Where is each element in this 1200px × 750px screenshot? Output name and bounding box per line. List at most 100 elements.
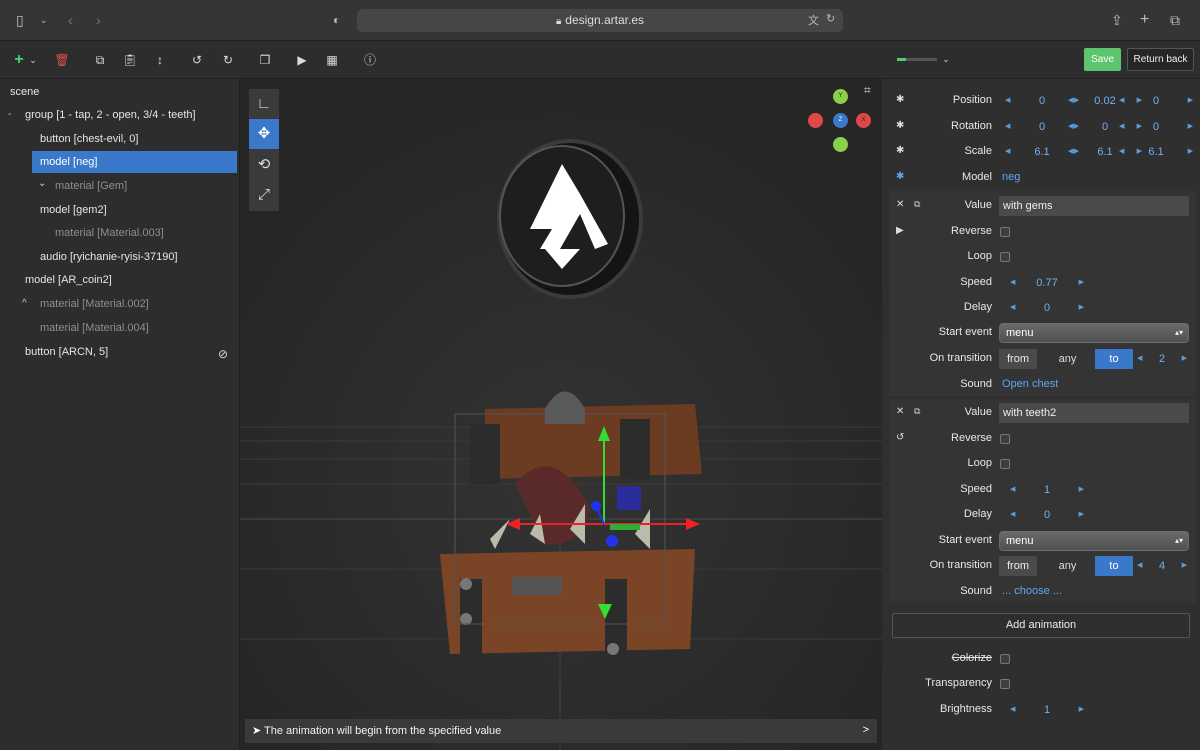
brightness-field[interactable]: ◀ 1 ▶	[1010, 703, 1084, 717]
translate-icon[interactable]: 文	[808, 12, 819, 28]
rotation-z-field[interactable]: ◀ 0 ▶	[1119, 120, 1193, 134]
gizmo-neg-x-axis[interactable]	[808, 113, 823, 128]
anim1-from-button[interactable]: from	[999, 349, 1037, 369]
anim1-sound-link[interactable]: Open chest	[1002, 378, 1058, 390]
paste-icon[interactable]: 📋︎	[121, 51, 139, 69]
scale-z-field[interactable]: ◀ 6.1 ▶	[1119, 145, 1193, 159]
anim2-delay-label: Delay	[963, 508, 992, 520]
transparency-checkbox[interactable]	[1000, 679, 1010, 689]
model-row: ✱ Model neg	[882, 167, 1200, 189]
tree-item-button-arcn[interactable]: button [ARCN, 5]	[25, 341, 108, 363]
anim1-any-button[interactable]: any	[1045, 349, 1090, 369]
position-z-field[interactable]: ◀ 0 ▶	[1119, 94, 1193, 108]
duplicate-view-icon[interactable]: ❐	[256, 51, 274, 69]
anim1-to-button[interactable]: to	[1095, 349, 1133, 369]
rotate-icon[interactable]: ⟲	[249, 150, 279, 180]
person-icon[interactable]: ✱	[896, 145, 904, 156]
sidebar-icon[interactable]: ▯	[16, 10, 24, 30]
copy-icon[interactable]: ⧉	[914, 406, 920, 417]
eye-off-icon[interactable]: ⊘	[218, 347, 228, 361]
tree-item-material-002[interactable]: material [Material.002]	[40, 293, 149, 315]
tree-item-model-coin[interactable]: model [AR_coin2]	[25, 269, 112, 291]
chevron-down-icon[interactable]: ⌄	[40, 10, 48, 30]
play-icon[interactable]: ▶	[293, 51, 311, 69]
person-icon[interactable]: ✱	[896, 120, 904, 131]
gizmo-x-axis[interactable]: X	[856, 113, 871, 128]
return-back-button[interactable]: Return back	[1127, 48, 1194, 71]
gizmo-neg-y-axis[interactable]	[833, 137, 848, 152]
info-icon[interactable]: ⓘ	[361, 51, 379, 69]
scene-render[interactable]	[240, 79, 882, 750]
trash-icon[interactable]: 🗑︎	[53, 51, 71, 69]
anim2-speed-field[interactable]: ◀ 1 ▶	[1010, 483, 1084, 497]
move-vertical-icon[interactable]: ↕	[151, 51, 169, 69]
forward-icon[interactable]: ›	[96, 10, 101, 30]
new-tab-icon[interactable]: +	[1140, 10, 1149, 30]
gizmo-z-axis[interactable]: Z	[833, 113, 848, 128]
save-button[interactable]: Save	[1084, 48, 1121, 71]
cursor-icon: ➤	[252, 725, 262, 737]
tree-item-group[interactable]: group [1 - tap, 2 - open, 3/4 - teeth]	[25, 104, 196, 126]
anim1-transition-row: On transition from any to ◀ 2 ▶	[882, 348, 1200, 370]
anim2-value-input[interactable]	[999, 403, 1189, 423]
anim1-value-input[interactable]	[999, 196, 1189, 216]
close-icon[interactable]: ✕	[896, 199, 904, 210]
tree-root-scene[interactable]: scene	[10, 81, 39, 103]
gizmo-y-axis[interactable]: Y	[833, 89, 848, 104]
anim2-to-value-field[interactable]: ◀ 4 ▶	[1137, 559, 1187, 573]
anim1-loop-checkbox[interactable]	[1000, 252, 1010, 262]
undo-icon[interactable]: ↺	[188, 51, 206, 69]
chevron-down-icon[interactable]: ⌄	[937, 50, 955, 68]
anim2-start-event-select[interactable]: menu ▴▾	[999, 531, 1189, 551]
move-icon[interactable]: ✥	[249, 119, 279, 149]
anim1-delay-field[interactable]: ◀ 0 ▶	[1010, 301, 1084, 315]
colorize-row: Colorize	[882, 648, 1200, 670]
anim1-start-event-select[interactable]: menu ▴▾	[999, 323, 1189, 343]
anim2-to-button[interactable]: to	[1095, 556, 1133, 576]
anim1-speed-field[interactable]: ◀ 0.77 ▶	[1010, 276, 1084, 290]
redo-icon[interactable]: ↻	[219, 51, 237, 69]
scale-icon[interactable]: ⤢	[249, 180, 279, 210]
tree-item-material-gem[interactable]: material [Gem]	[55, 175, 127, 197]
anim2-reverse-checkbox[interactable]	[1000, 434, 1010, 444]
undo-icon[interactable]: ↺	[896, 432, 904, 443]
expand-hint-button[interactable]: >	[863, 724, 869, 736]
anim1-reverse-checkbox[interactable]	[1000, 227, 1010, 237]
person-icon[interactable]: ✱	[896, 171, 904, 182]
anim2-delay-field[interactable]: ◀ 0 ▶	[1010, 508, 1084, 522]
axis-icon[interactable]: ∟	[249, 89, 279, 119]
collapse-toggle[interactable]: -	[8, 104, 11, 126]
grid-icon[interactable]: ▦	[323, 51, 341, 69]
share-icon[interactable]: ⇪	[1111, 10, 1123, 30]
address-bar[interactable]: 🔒︎ design.artar.es 文 ↻	[357, 9, 843, 32]
tree-item-material-003[interactable]: material [Material.003]	[55, 222, 164, 244]
tree-item-button-chest[interactable]: button [chest-evil, 0]	[40, 128, 138, 150]
tabs-icon[interactable]: ⧉	[1170, 10, 1180, 30]
tree-item-model-gem2[interactable]: model [gem2]	[40, 199, 107, 221]
tree-item-audio[interactable]: audio [ryichanie-ryisi-37190]	[40, 246, 178, 268]
reload-icon[interactable]: ↻	[826, 12, 835, 25]
coin-model[interactable]	[497, 139, 643, 299]
anim2-sound-link[interactable]: ... choose ...	[1002, 585, 1062, 597]
shield-icon[interactable]: ◐	[333, 10, 340, 30]
model-link[interactable]: neg	[1002, 171, 1020, 183]
tree-item-material-004[interactable]: material [Material.004]	[40, 317, 149, 339]
anim2-loop-checkbox[interactable]	[1000, 459, 1010, 469]
tree-item-model-neg[interactable]: model [neg]	[32, 151, 237, 173]
copy-icon[interactable]: ⧉	[914, 199, 920, 210]
back-icon[interactable]: ‹	[68, 10, 73, 30]
chevron-down-icon[interactable]: ⌄	[24, 51, 42, 69]
crop-icon[interactable]: ⌗	[864, 83, 871, 98]
play-icon[interactable]: ▶	[896, 225, 904, 236]
chevron-up-icon[interactable]: ^	[22, 293, 27, 315]
chevron-down-icon[interactable]: ⌄	[38, 173, 46, 195]
close-icon[interactable]: ✕	[896, 406, 904, 417]
anim2-from-button[interactable]: from	[999, 556, 1037, 576]
anim2-any-button[interactable]: any	[1045, 556, 1090, 576]
copy-icon[interactable]: ⧉	[91, 51, 109, 69]
3d-viewport[interactable]: ∟ ✥ ⟲ ⤢ Y Z X ⌗ ➤ The animation will beg…	[240, 79, 882, 750]
add-animation-button[interactable]: Add animation	[892, 613, 1190, 638]
anim1-to-value-field[interactable]: ◀ 2 ▶	[1137, 352, 1187, 366]
person-icon[interactable]: ✱	[896, 94, 904, 105]
colorize-checkbox[interactable]	[1000, 654, 1010, 664]
